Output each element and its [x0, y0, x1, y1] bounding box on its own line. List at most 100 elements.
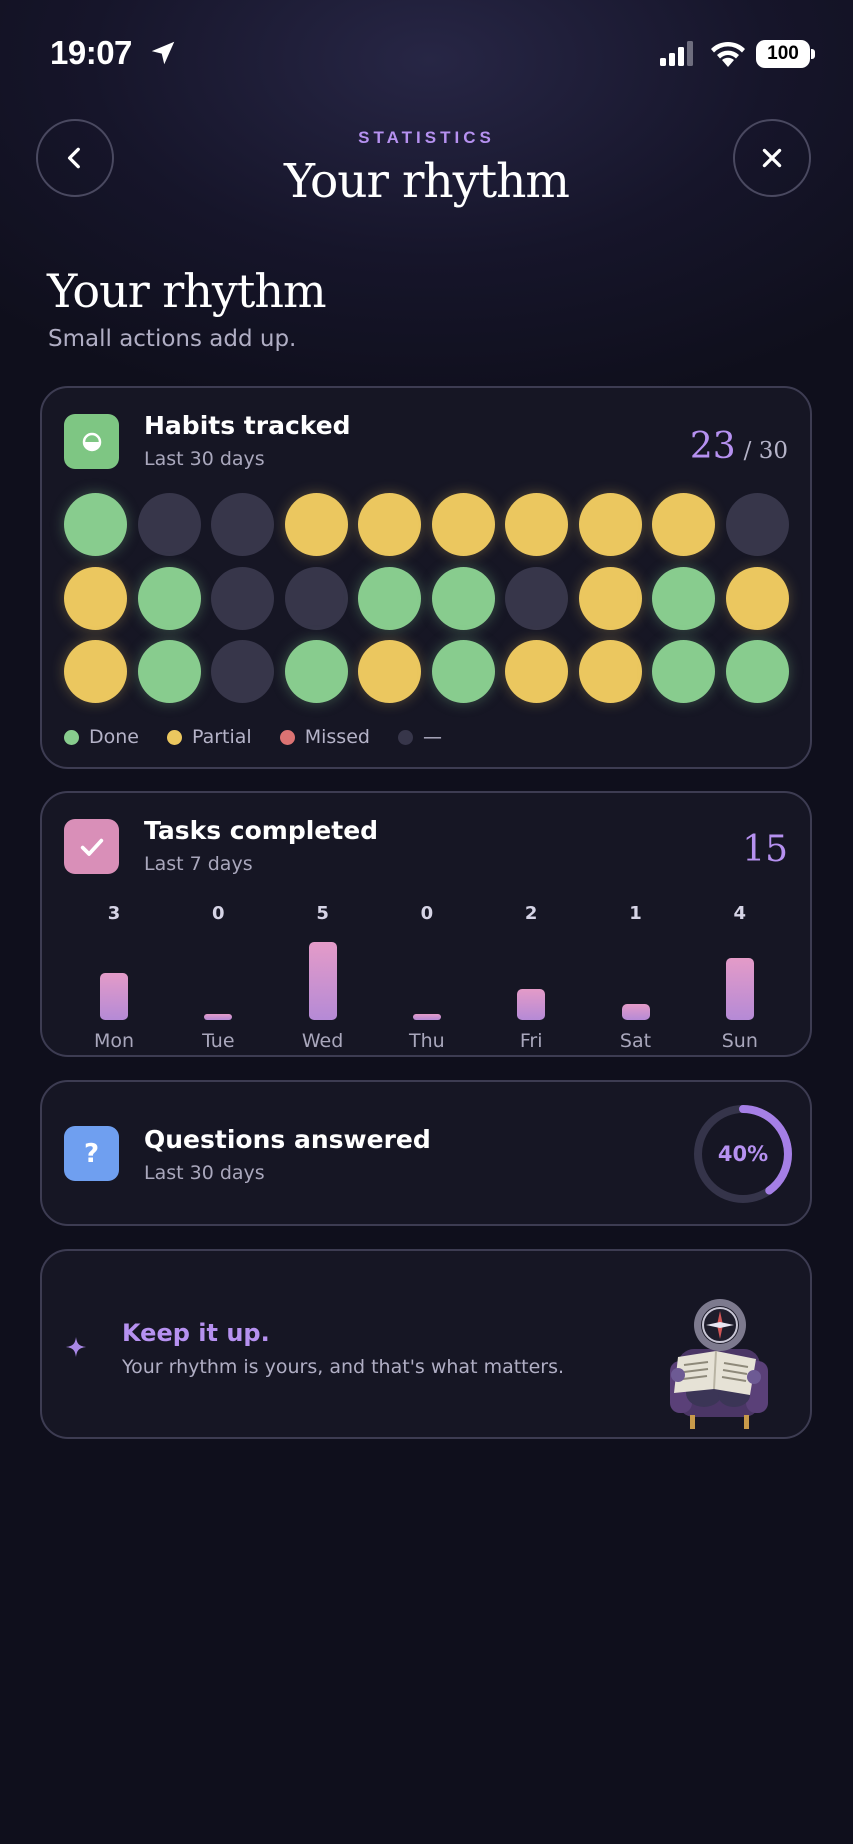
- bar-category-label: Tue: [202, 1030, 235, 1052]
- location-arrow-icon: [151, 41, 175, 65]
- habit-day-dot: [137, 566, 201, 630]
- keep-message: Your rhythm is yours, and that's what ma…: [122, 1356, 565, 1378]
- tasks-card[interactable]: Tasks completed Last 7 days 15 3 Mon 0 Tue 5…: [40, 791, 812, 1057]
- habits-card[interactable]: Habits tracked Last 30 days 23 / 30 Done…: [40, 386, 812, 769]
- status-time: 19:07: [50, 34, 132, 71]
- task-icon-badge: [64, 819, 119, 874]
- bar-value-label: 2: [524, 903, 538, 924]
- header-kicker: STATISTICS: [358, 128, 495, 147]
- bar-sun: [725, 957, 754, 1020]
- habit-day-dot: [725, 640, 789, 703]
- questions-card[interactable]: ? Questions answered Last 30 days 40%: [40, 1080, 812, 1226]
- habit-day-dot: [358, 640, 421, 703]
- habit-day-dot: [725, 566, 789, 630]
- tasks-period: Last 7 days: [144, 853, 253, 875]
- bar-category-label: Sun: [721, 1030, 758, 1052]
- bar-category-label: Sat: [619, 1030, 652, 1052]
- bar-thu: [412, 1014, 441, 1020]
- bar-value-label: 1: [629, 903, 642, 924]
- habit-day-dot: [431, 640, 495, 703]
- legend-item-none: —: [397, 726, 442, 748]
- legend-label: Partial: [192, 726, 252, 748]
- close-button[interactable]: [733, 119, 811, 197]
- habit-day-dot: [284, 566, 348, 630]
- bar-value-label: 0: [212, 903, 225, 924]
- habit-day-dot: [358, 493, 421, 556]
- habit-day-dot: [137, 640, 201, 703]
- tasks-total: 15: [742, 829, 788, 870]
- wifi-icon: [711, 41, 745, 67]
- legend-label: Missed: [304, 726, 370, 748]
- habit-day-dot: [431, 493, 495, 556]
- keep-title: Keep it up.: [122, 1319, 270, 1347]
- page-title: Your rhythm: [47, 264, 327, 318]
- habit-day-dot: [64, 566, 127, 630]
- bar-mon: [100, 973, 128, 1020]
- questions-percent: 40%: [717, 1142, 769, 1166]
- habit-day-dot: [505, 566, 568, 630]
- bar-category-label: Mon: [93, 1030, 135, 1052]
- legend-dot: [64, 729, 79, 745]
- cellular-signal-icon: [660, 41, 693, 66]
- habit-day-dot: [64, 493, 127, 556]
- habit-day-dot: [578, 493, 642, 556]
- habits-count-total: / 30: [743, 438, 788, 464]
- legend-item-partial: Partial: [167, 726, 252, 748]
- checkmark-icon: [80, 838, 103, 856]
- close-icon: [762, 148, 782, 168]
- habit-day-dot: [64, 640, 127, 703]
- question-mark-icon: ?: [83, 1138, 100, 1169]
- legend-dot: [397, 729, 413, 745]
- battery-nub: [811, 49, 815, 59]
- bar-tue: [204, 1014, 233, 1020]
- battery-indicator: 100: [756, 40, 810, 68]
- bar-fri: [517, 988, 546, 1020]
- habit-day-dot: [725, 493, 789, 556]
- legend-item-missed: Missed: [279, 726, 370, 748]
- encouragement-card: Keep it up. Your rhythm is yours, and th…: [40, 1249, 812, 1439]
- habit-day-dot: [505, 640, 568, 703]
- tasks-bar-chart: 3 Mon 0 Tue 5 Wed 0 Thu 2 Fri 1 Sat 4 Sun: [42, 903, 814, 1052]
- questions-period: Last 30 days: [144, 1162, 265, 1184]
- habit-day-dot: [137, 493, 201, 556]
- bar-wed: [308, 942, 337, 1020]
- bar-value-label: 5: [316, 903, 329, 924]
- habit-day-dot: [211, 566, 274, 630]
- tasks-title: Tasks completed: [144, 816, 379, 845]
- astronaut-reading-illustration: [670, 1299, 768, 1429]
- habit-day-dot: [578, 640, 642, 703]
- bar-sat: [621, 1004, 650, 1020]
- legend-dot: [167, 729, 182, 745]
- habits-period: Last 30 days: [144, 448, 265, 470]
- habit-day-dot: [431, 566, 495, 630]
- habits-legend: Done Partial Missed —: [64, 726, 470, 748]
- legend-label: —: [422, 726, 442, 748]
- page-subtitle: Small actions add up.: [48, 326, 297, 352]
- bar-category-label: Fri: [519, 1030, 543, 1052]
- legend-label: Done: [89, 726, 139, 748]
- bar-value-label: 3: [107, 903, 121, 924]
- habit-day-dot: [284, 640, 348, 703]
- habit-day-dot: [505, 493, 568, 556]
- habit-day-dot: [211, 640, 274, 703]
- bar-value-label: 0: [420, 903, 434, 924]
- legend-dot: [279, 729, 295, 745]
- bar-category-label: Thu: [409, 1030, 445, 1052]
- question-icon-badge: ?: [64, 1126, 119, 1181]
- habit-icon-badge: [64, 414, 119, 469]
- habits-title: Habits tracked: [144, 411, 351, 440]
- questions-title: Questions answered: [144, 1125, 431, 1154]
- half-circle-icon: [82, 432, 101, 451]
- habit-day-dot: [358, 566, 421, 630]
- habits-count-value: 23: [689, 426, 736, 467]
- habit-day-dot: [284, 493, 348, 556]
- bar-category-label: Wed: [301, 1030, 344, 1052]
- habit-day-dot: [652, 566, 715, 630]
- header-title: Your rhythm: [284, 154, 570, 209]
- habit-day-dot: [211, 493, 274, 556]
- sparkle-icon: [66, 1337, 86, 1357]
- habits-count: 23 / 30: [690, 426, 788, 467]
- habit-day-dot: [578, 566, 642, 630]
- bar-value-label: 4: [733, 903, 747, 924]
- habit-day-dot: [652, 493, 715, 556]
